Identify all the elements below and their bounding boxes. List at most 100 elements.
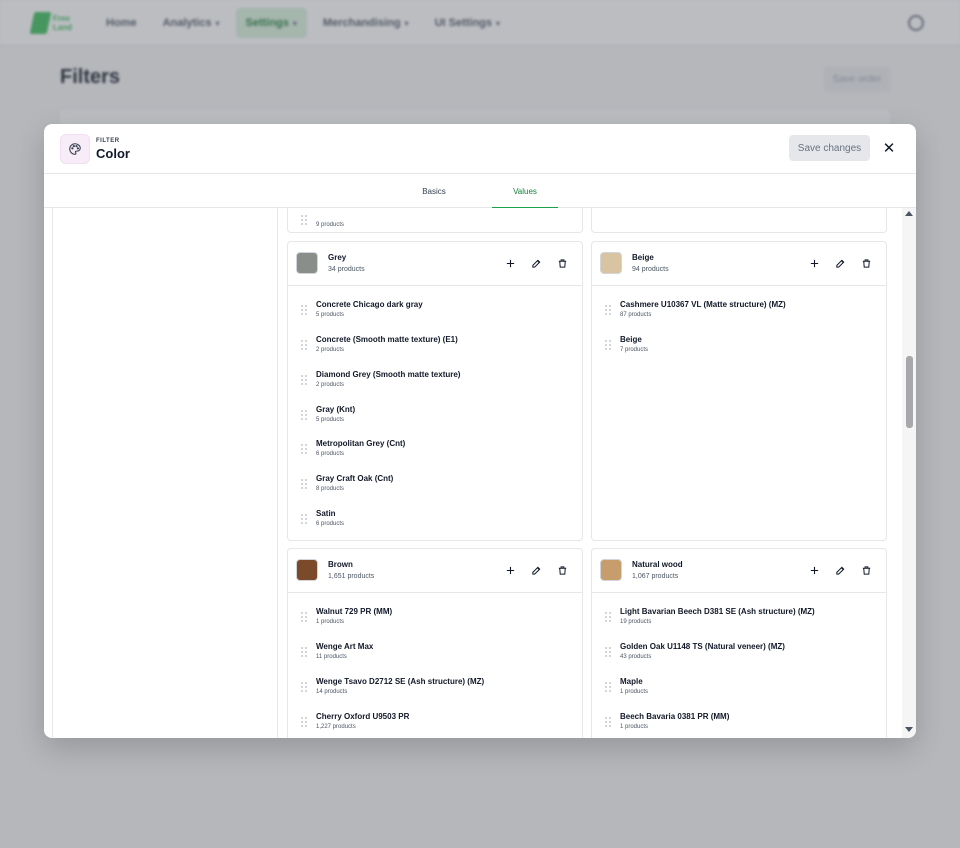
modal-header: FILTER Color Save changes ✕	[44, 124, 916, 174]
plus-icon[interactable]	[806, 255, 822, 271]
item-count: 1 products	[316, 619, 345, 625]
drag-handle-icon[interactable]	[301, 717, 307, 727]
item-count: 6 products	[316, 451, 345, 457]
list-item[interactable]: Cashmere U10367 VL (Matte structure) (MZ…	[602, 298, 872, 328]
item-count: 1 products	[620, 724, 649, 730]
drag-handle-icon[interactable]	[301, 340, 307, 350]
drag-handle-icon[interactable]	[605, 682, 611, 692]
list-item[interactable]: Beech Bavaria 0381 PR (MM) 1 products	[602, 710, 872, 738]
item-count: 5 products	[316, 417, 345, 423]
group-name: Natural wood	[632, 560, 683, 569]
list-item[interactable]: Maple 1 products	[602, 675, 872, 705]
item-count: 6 products	[316, 521, 345, 527]
item-name: Wenge Tsavo D2712 SE (Ash structure) (MZ…	[316, 677, 485, 686]
item-name: Beech Bavaria 0381 PR (MM)	[620, 712, 730, 721]
drag-handle-icon[interactable]	[301, 612, 307, 622]
item-name: Metropolitan Grey (Cnt)	[316, 439, 406, 448]
tab-basics[interactable]: Basics	[404, 174, 464, 208]
list-item[interactable]: Gray (Knt) 5 products	[298, 403, 568, 433]
item-name: Gray (Knt)	[316, 405, 356, 414]
modal-kicker: FILTER	[96, 138, 120, 144]
plus-icon[interactable]	[502, 562, 518, 578]
drag-handle-icon[interactable]	[301, 479, 307, 489]
group-count: 1,651 products	[328, 573, 375, 580]
plus-icon[interactable]	[806, 562, 822, 578]
item-name: Cashmere U10367 VL (Matte structure) (MZ…	[620, 300, 786, 309]
list-item[interactable]: Cherry Oxford U9503 PR 1,227 products	[298, 710, 568, 738]
group-header: Natural wood 1,067 products	[592, 549, 886, 593]
tab-values[interactable]: Values	[492, 174, 558, 209]
drag-handle-icon[interactable]	[605, 717, 611, 727]
drag-handle-icon[interactable]	[301, 305, 307, 315]
list-item[interactable]: Concrete (Smooth matte texture) (E1) 2 p…	[298, 333, 568, 363]
group-name: Beige	[632, 253, 654, 262]
drag-handle-icon[interactable]	[301, 444, 307, 454]
list-item[interactable]: Satin 6 products	[298, 507, 568, 537]
pencil-icon[interactable]	[832, 255, 848, 271]
drag-handle-icon[interactable]	[605, 647, 611, 657]
item-name: Maple	[620, 677, 643, 686]
list-item[interactable]: Wenge Art Max 11 products	[298, 640, 568, 670]
drag-handle-icon[interactable]	[605, 305, 611, 315]
list-item[interactable]: Golden Oak U1148 TS (Natural veneer) (MZ…	[602, 640, 872, 670]
group-count: 1,067 products	[632, 573, 679, 580]
values-panel: 9 products Grey 34 products Concrete Chi…	[44, 208, 916, 738]
drag-handle-icon[interactable]	[301, 682, 307, 692]
list-item[interactable]: Beige 7 products	[602, 333, 872, 363]
trash-icon[interactable]	[554, 562, 570, 578]
scrollbar-track[interactable]	[902, 208, 916, 738]
trash-icon[interactable]	[858, 562, 874, 578]
item-count: 1 products	[620, 689, 649, 695]
item-count: 11 products	[316, 654, 347, 660]
trash-icon[interactable]	[554, 255, 570, 271]
group-name: Grey	[328, 253, 347, 262]
drag-handle-icon[interactable]	[605, 612, 611, 622]
close-icon[interactable]: ✕	[878, 137, 900, 159]
item-name: Cherry Oxford U9503 PR	[316, 712, 410, 721]
item-count: 8 products	[316, 486, 345, 492]
save-changes-button[interactable]: Save changes	[789, 135, 870, 161]
scroll-down-arrow-icon[interactable]	[905, 727, 913, 732]
item-count: 19 products	[620, 619, 652, 625]
list-item[interactable]: Walnut 729 PR (MM) 1 products	[298, 605, 568, 635]
plus-icon[interactable]	[502, 255, 518, 271]
item-count: 14 products	[316, 689, 348, 695]
group-header: Beige 94 products	[592, 242, 886, 286]
item-count: 7 products	[620, 347, 649, 353]
left-panel	[52, 208, 278, 738]
drag-handle-icon[interactable]	[301, 410, 307, 420]
list-item: 9 products	[298, 208, 568, 238]
pencil-icon[interactable]	[528, 255, 544, 271]
item-name: Walnut 729 PR (MM)	[316, 607, 393, 616]
drag-handle-icon[interactable]	[301, 375, 307, 385]
item-count: 87 products	[620, 312, 652, 318]
item-count: 43 products	[620, 654, 652, 660]
pencil-icon[interactable]	[528, 562, 544, 578]
filter-modal: FILTER Color Save changes ✕ Basics Value…	[44, 124, 916, 738]
item-name: Golden Oak U1148 TS (Natural veneer) (MZ…	[620, 642, 785, 651]
drag-handle-icon[interactable]	[301, 647, 307, 657]
list-item[interactable]: Diamond Grey (Smooth matte texture) 2 pr…	[298, 368, 568, 398]
group-name: Brown	[328, 560, 353, 569]
list-item[interactable]: Gray Craft Oak (Cnt) 8 products	[298, 472, 568, 502]
item-name: Satin	[316, 509, 336, 518]
item-name: Concrete (Smooth matte texture) (E1)	[316, 335, 458, 344]
group-header: Brown 1,651 products	[288, 549, 582, 593]
pencil-icon[interactable]	[832, 562, 848, 578]
group-card-grey: Grey 34 products Concrete Chicago dark g…	[287, 241, 583, 541]
color-swatch	[600, 559, 622, 581]
drag-handle-icon[interactable]	[301, 514, 307, 524]
scrollbar-thumb[interactable]	[906, 356, 913, 428]
trash-icon[interactable]	[858, 255, 874, 271]
drag-handle-icon[interactable]	[605, 340, 611, 350]
list-item[interactable]: Wenge Tsavo D2712 SE (Ash structure) (MZ…	[298, 675, 568, 705]
group-header: Grey 34 products	[288, 242, 582, 286]
modal-tabs: Basics Values	[44, 174, 916, 209]
group-card-partial	[591, 208, 887, 233]
scroll-up-arrow-icon[interactable]	[905, 211, 913, 216]
drag-handle-icon[interactable]	[301, 215, 307, 225]
list-item[interactable]: Light Bavarian Beech D381 SE (Ash struct…	[602, 605, 872, 635]
item-count: 2 products	[316, 347, 345, 353]
list-item[interactable]: Metropolitan Grey (Cnt) 6 products	[298, 437, 568, 467]
list-item[interactable]: Concrete Chicago dark gray 5 products	[298, 298, 568, 328]
